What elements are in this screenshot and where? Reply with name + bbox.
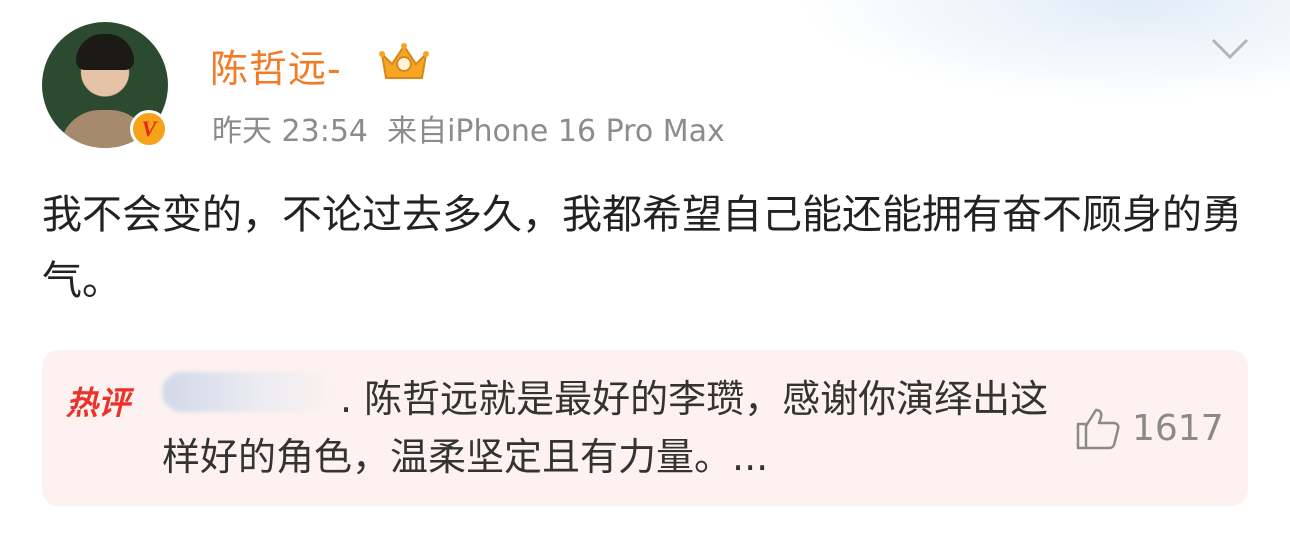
crown-badge-icon[interactable] [376,40,432,84]
hot-comment-text-wrap: . 陈哲远就是最好的李瓒，感谢你演绎出这样好的角色，温柔坚定且有力量。... [162,370,1062,486]
hot-comment-text: . 陈哲远就是最好的李瓒，感谢你演绎出这样好的角色，温柔坚定且有力量。... [162,377,1049,479]
hot-comment-tag: 热评 [66,384,131,422]
author-name[interactable]: 陈哲远- [210,38,342,93]
avatar-hair [76,34,134,70]
like-count: 1617 [1132,407,1224,449]
like-button[interactable]: 1617 [1074,400,1224,456]
post-text: 我不会变的，不论过去多久，我都希望自己能还能拥有奋不顾身的勇气。 [42,192,1242,304]
verified-badge-icon: V [130,110,168,148]
thumbs-up-icon [1076,408,1120,450]
post-time: 昨天 23:54 [212,114,368,149]
chevron-down-icon[interactable] [1210,36,1250,62]
post-meta: 昨天 23:54 来自iPhone 16 Pro Max [212,106,725,150]
post-source[interactable]: 来自iPhone 16 Pro Max [387,114,725,149]
hot-comment-card[interactable]: 热评 . 陈哲远就是最好的李瓒，感谢你演绎出这样好的角色，温柔坚定且有力量。..… [42,350,1248,506]
